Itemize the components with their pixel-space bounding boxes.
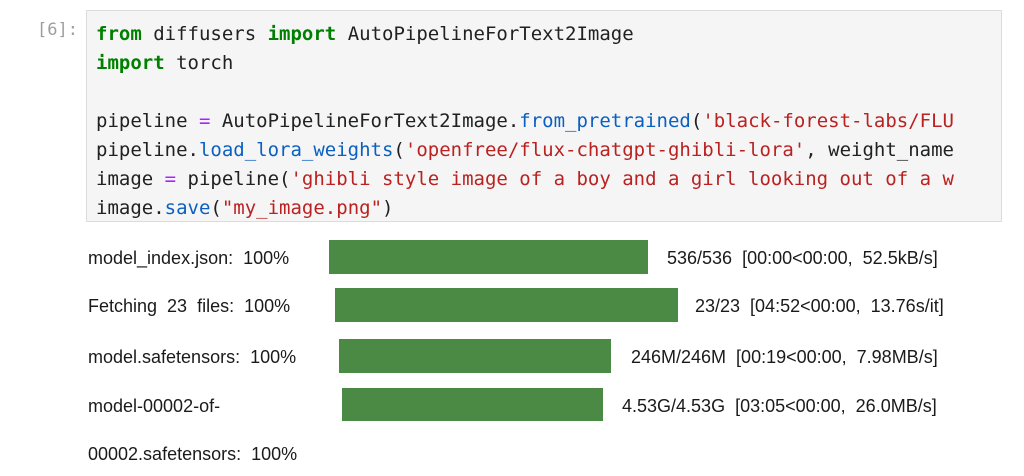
progress-bar (342, 388, 603, 421)
progress-bar (339, 339, 611, 373)
progress-stats: 4.53G/4.53G [03:05<00:00, 26.0MB/s] (622, 396, 937, 416)
progress-label: Fetching 23 files: 100% (88, 296, 291, 316)
progress-bar (329, 240, 648, 274)
progress-stats: 246M/246M [00:19<00:00, 7.98MB/s] (631, 347, 938, 367)
progress-stats: 536/536 [00:00<00:00, 52.5kB/s] (667, 248, 938, 268)
progress-row-model-index: model_index.json: 100% 536/536 [00:00<00… (0, 240, 1024, 280)
progress-row-model-00002: model-00002-of- 00002.safetensors: 100% … (0, 388, 1024, 468)
progress-label: model-00002-of- 00002.safetensors: 100% (88, 396, 298, 464)
progress-stats: 23/23 [04:52<00:00, 13.76s/it] (695, 296, 944, 316)
progress-label: model_index.json: 100% (88, 248, 290, 268)
progress-bar (335, 288, 678, 322)
cell-output: model_index.json: 100% 536/536 [00:00<00… (0, 0, 1024, 476)
progress-row-fetching-files: Fetching 23 files: 100% 23/23 [04:52<00:… (0, 288, 1024, 328)
progress-row-model-safetensors: model.safetensors: 100% 246M/246M [00:19… (0, 339, 1024, 379)
progress-label: model.safetensors: 100% (88, 347, 297, 367)
